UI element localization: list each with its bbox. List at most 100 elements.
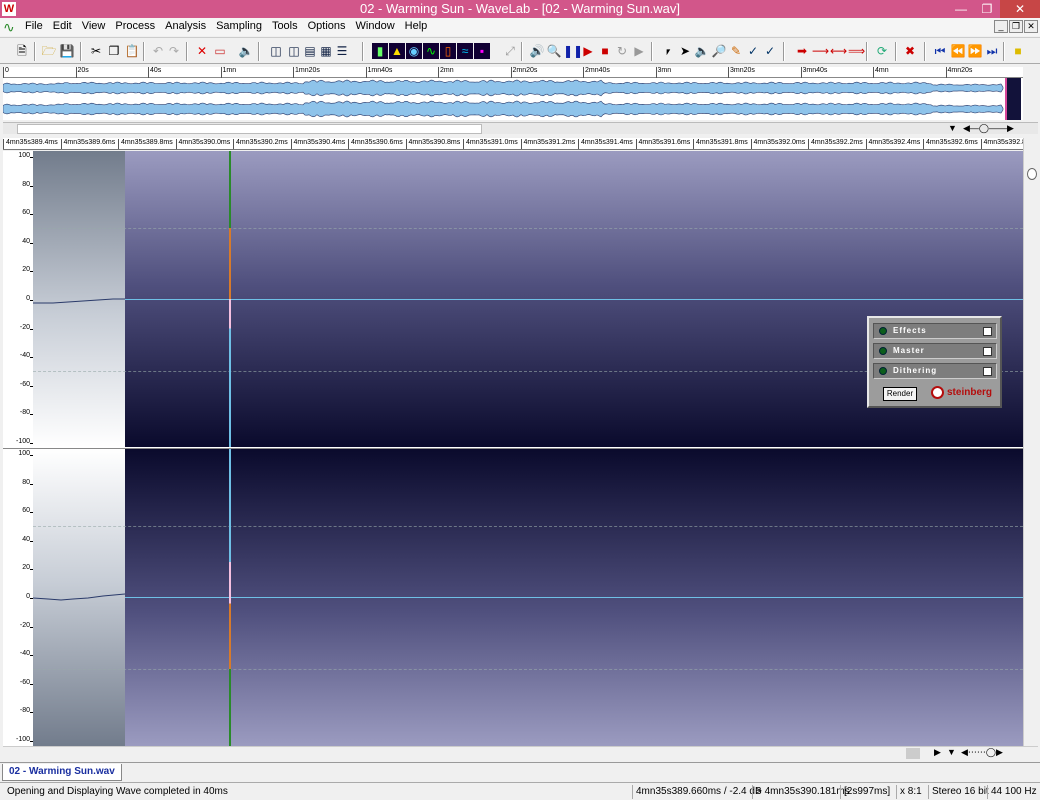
overview-ruler[interactable]: 0 20s 40s 1mn 1mn20s 1mn40s 2mn 2mn20s 2mn40s 3mn… — [3, 67, 1023, 78]
window-tile-vertical-icon[interactable]: ◫ — [286, 43, 302, 59]
overview-ruler-label: 3mn40s — [802, 67, 828, 74]
marker-split-icon[interactable]: ✖ — [902, 43, 918, 59]
pause-marker-icon[interactable]: ❚❚ — [563, 43, 583, 59]
go-to-start-icon[interactable]: ⏮ — [932, 43, 948, 59]
speaker-icon[interactable]: 🔈 — [238, 43, 254, 59]
title-bar: W 02 - Warming Sun - WaveLab - [02 - War… — [0, 0, 1040, 18]
restore-button[interactable]: ❐ — [974, 0, 1000, 18]
horizontal-zoom-slider[interactable]: ◀⋯⋯◯▶ — [961, 747, 1003, 758]
overview-waveform[interactable] — [2, 78, 1023, 120]
time-ruler[interactable]: 4mn35s389.4ms 4mn35s389.6ms 4mn35s389.8ms 4… — [3, 138, 1023, 150]
effects-row[interactable]: Effects — [873, 323, 997, 339]
snap-tool-icon[interactable]: ✓ — [745, 43, 761, 59]
time-ruler-label: 4mn35s389.6ms — [60, 139, 115, 149]
loop-record-icon[interactable]: ⟳ — [874, 43, 890, 59]
copy-icon[interactable]: ❐ — [106, 43, 122, 59]
hand-tool-icon[interactable]: ✓ — [762, 43, 778, 59]
meter-oscilloscope-icon[interactable]: ∿ — [423, 43, 439, 59]
playback-cursor[interactable] — [229, 449, 231, 746]
effects-checkbox[interactable] — [983, 327, 992, 336]
undo-icon[interactable]: ↶ — [150, 43, 166, 59]
dropdown-arrow-icon[interactable]: ▼ — [947, 747, 956, 757]
speaker-tool-icon[interactable]: 🔈 — [694, 43, 710, 59]
channel-right[interactable] — [33, 449, 1023, 746]
speaker-play-icon[interactable]: 🔊 — [529, 43, 545, 59]
meter-level-icon[interactable]: ▮ — [372, 43, 388, 59]
master-checkbox[interactable] — [983, 347, 992, 356]
dithering-checkbox[interactable] — [983, 367, 992, 376]
master-row[interactable]: Master — [873, 343, 997, 359]
marker-play-icon[interactable]: ▶ — [580, 43, 596, 59]
rewind-icon[interactable]: ⏪ — [950, 43, 966, 59]
menu-analysis[interactable]: Analysis — [160, 20, 211, 32]
overview-ruler-label: 20s — [77, 67, 89, 74]
overview-scrollbar[interactable]: ▼ ◀—◯——▶ — [3, 122, 1038, 134]
meter-wave-icon[interactable]: ≈ — [457, 43, 473, 59]
window-cascade-icon[interactable]: ◫ — [268, 43, 284, 59]
scroll-right-arrow-icon[interactable]: ▶ — [934, 747, 941, 758]
mdi-close-button[interactable]: ✕ — [1024, 20, 1038, 33]
magnify-tool-icon[interactable]: 🔎 — [711, 43, 727, 59]
document-tab[interactable]: 02 - Warming Sun.wav — [2, 764, 122, 781]
text-cursor-icon[interactable]: ⎖ — [660, 43, 676, 59]
horizontal-scrollbar[interactable]: ▶ ▼ ◀⋯⋯◯▶ — [3, 746, 1038, 760]
menu-window[interactable]: Window — [351, 20, 400, 32]
mdi-minimize-button[interactable]: _ — [994, 20, 1008, 33]
new-file-icon[interactable]: 🗎 — [14, 43, 30, 59]
mdi-restore-button[interactable]: ❐ — [1009, 20, 1023, 33]
amplitude-label: 60 — [22, 209, 30, 217]
menu-process[interactable]: Process — [110, 20, 160, 32]
status-zoom: x 8:1 — [896, 785, 925, 799]
menu-file[interactable]: File — [20, 20, 48, 32]
cut-icon[interactable]: ✂ — [88, 43, 104, 59]
dithering-row[interactable]: Dithering — [873, 363, 997, 379]
marker-end-icon[interactable]: ⟷ — [830, 43, 847, 59]
eraser-icon[interactable]: ▭ — [212, 43, 228, 59]
meter-phase-icon[interactable]: ◉ — [406, 43, 422, 59]
meter-bit-icon[interactable]: ▯ — [440, 43, 456, 59]
stop-icon[interactable]: ■ — [1010, 43, 1026, 59]
save-icon[interactable]: 💾 — [59, 43, 75, 59]
time-ruler-label: 4mn35s390.4ms — [290, 139, 345, 149]
meter-spectrum-icon[interactable]: ▲ — [389, 43, 405, 59]
redo-icon[interactable]: ↷ — [166, 43, 182, 59]
arrow-cursor-icon[interactable]: ➤ — [677, 43, 693, 59]
menu-bar: ∿ File Edit View Process Analysis Sampling Too… — [0, 18, 1040, 36]
marker-start-icon[interactable]: ➡ — [794, 43, 810, 59]
vertical-zoom-knob[interactable] — [1027, 168, 1037, 180]
menu-edit[interactable]: Edit — [48, 20, 77, 32]
vertical-scrollbar[interactable] — [1023, 138, 1040, 746]
render-button[interactable]: Render — [883, 387, 917, 401]
menu-options[interactable]: Options — [303, 20, 351, 32]
marker-forward-icon[interactable]: ⟹ — [848, 43, 865, 59]
minimize-button[interactable]: — — [948, 0, 974, 18]
open-folder-icon[interactable]: 🗁 — [41, 43, 57, 59]
paste-icon[interactable]: 📋 — [124, 43, 140, 59]
resize-icon[interactable]: ⤢ — [502, 43, 518, 59]
pencil-tool-icon[interactable]: ✎ — [728, 43, 744, 59]
close-button[interactable]: ✕ — [1000, 0, 1040, 18]
loop-icon[interactable]: ↻ — [614, 43, 630, 59]
window-tile-horizontal-icon[interactable]: ▤ — [302, 43, 318, 59]
layout-list-icon[interactable]: ☰ — [334, 43, 350, 59]
marker-gray-icon[interactable]: ▶ — [631, 43, 647, 59]
status-bar: Opening and Displaying Wave completed in… — [0, 782, 1040, 800]
menu-tools[interactable]: Tools — [267, 20, 303, 32]
marker-region-icon[interactable]: ■ — [597, 43, 613, 59]
go-to-end-icon[interactable]: ⏭ — [984, 43, 1000, 59]
hscroll-thumb[interactable] — [906, 748, 920, 759]
marker-move-icon[interactable]: ⟶ — [812, 43, 829, 59]
menu-sampling[interactable]: Sampling — [211, 20, 267, 32]
zoom-icon[interactable]: 🔍 — [546, 43, 562, 59]
playback-cursor[interactable] — [229, 151, 231, 447]
menu-help[interactable]: Help — [400, 20, 433, 32]
fast-forward-icon[interactable]: ⏩ — [967, 43, 983, 59]
delete-icon[interactable]: ✕ — [194, 43, 210, 59]
time-ruler-label: 4mn35s392.6ms — [923, 139, 978, 149]
zoom-slider[interactable]: ◀—◯——▶ — [963, 123, 1014, 134]
layout-icon[interactable]: ▦ — [318, 43, 334, 59]
meter-video-icon[interactable]: ▪ — [474, 43, 490, 59]
overview-scroll-thumb[interactable] — [17, 124, 482, 134]
menu-view[interactable]: View — [77, 20, 111, 32]
dropdown-arrow-icon[interactable]: ▼ — [948, 123, 957, 133]
